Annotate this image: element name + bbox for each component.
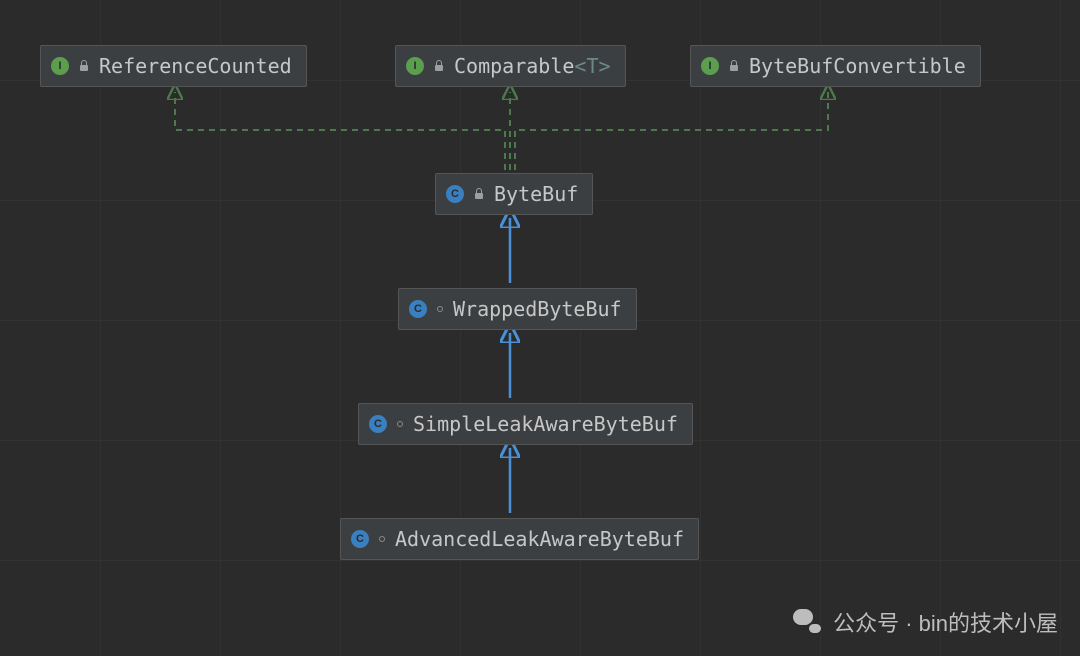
watermark: 公众号 · bin的技术小屋 bbox=[793, 606, 1058, 638]
interface-icon: I bbox=[406, 57, 424, 75]
lock-icon bbox=[474, 189, 484, 199]
node-comparable[interactable]: I Comparable<T> bbox=[395, 45, 626, 87]
node-wrapped-bytebuf[interactable]: C WrappedByteBuf bbox=[398, 288, 637, 330]
node-advanced-leak-aware-bytebuf[interactable]: C AdvancedLeakAwareByteBuf bbox=[340, 518, 699, 560]
node-reference-counted[interactable]: I ReferenceCounted bbox=[40, 45, 307, 87]
node-label: WrappedByteBuf bbox=[453, 299, 622, 319]
interface-icon: I bbox=[51, 57, 69, 75]
node-label: AdvancedLeakAwareByteBuf bbox=[395, 529, 684, 549]
node-label: ByteBufConvertible bbox=[749, 56, 966, 76]
wechat-icon bbox=[793, 607, 823, 637]
lock-icon bbox=[434, 61, 444, 71]
class-icon: C bbox=[409, 300, 427, 318]
class-icon: C bbox=[446, 185, 464, 203]
lock-icon bbox=[79, 61, 89, 71]
lock-icon bbox=[729, 61, 739, 71]
node-label: ByteBuf bbox=[494, 184, 578, 204]
node-bytebuf-convertible[interactable]: I ByteBufConvertible bbox=[690, 45, 981, 87]
node-label: ReferenceCounted bbox=[99, 56, 292, 76]
node-label: SimpleLeakAwareByteBuf bbox=[413, 414, 678, 434]
package-private-icon bbox=[397, 421, 403, 427]
node-label: Comparable<T> bbox=[454, 56, 611, 76]
node-simple-leak-aware-bytebuf[interactable]: C SimpleLeakAwareByteBuf bbox=[358, 403, 693, 445]
package-private-icon bbox=[379, 536, 385, 542]
class-icon: C bbox=[351, 530, 369, 548]
class-icon: C bbox=[369, 415, 387, 433]
node-bytebuf[interactable]: C ByteBuf bbox=[435, 173, 593, 215]
package-private-icon bbox=[437, 306, 443, 312]
watermark-text: 公众号 · bin的技术小屋 bbox=[833, 606, 1058, 638]
interface-icon: I bbox=[701, 57, 719, 75]
